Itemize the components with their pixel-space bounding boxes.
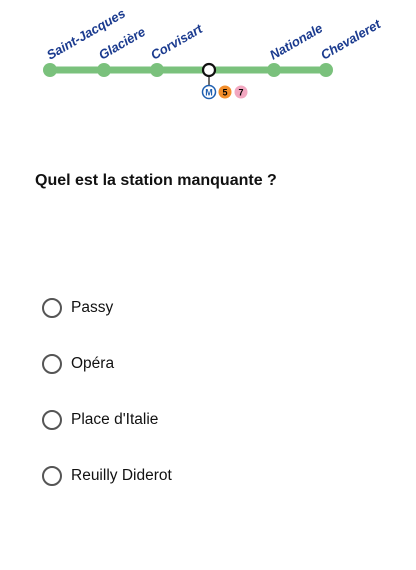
option-passy[interactable]: Passy [42, 296, 172, 320]
metro-line-svg: Saint-Jacques Glacière Corvisart Nationa… [43, 6, 384, 100]
radio-button[interactable] [42, 298, 62, 318]
option-label: Place d'Italie [71, 411, 159, 428]
question-text: Quel est la station manquante ? [35, 172, 277, 189]
station-dot-saint-jacques [43, 63, 57, 77]
station-label-nationale: Nationale [267, 20, 325, 62]
metro-badge-m-icon: M [201, 84, 217, 100]
option-label: Passy [71, 299, 114, 316]
metro-badge-m-label: M [205, 88, 213, 98]
metro-line-map: Saint-Jacques Glacière Corvisart Nationa… [0, 0, 416, 110]
station-dot-chevaleret [319, 63, 333, 77]
option-opera[interactable]: Opéra [42, 352, 172, 376]
radio-button[interactable] [42, 410, 62, 430]
radio-button[interactable] [42, 354, 62, 374]
station-dot-missing [201, 62, 217, 78]
station-dot-glaciere [97, 63, 111, 77]
line-7-badge-label: 7 [238, 88, 243, 98]
line-7-badge-icon: 7 [234, 85, 248, 99]
radio-button[interactable] [42, 466, 62, 486]
answer-options: Passy Opéra Place d'Italie Reuilly Dider… [42, 296, 172, 520]
option-label: Opéra [71, 355, 115, 372]
station-dot-nationale [267, 63, 281, 77]
station-dot-corvisart [150, 63, 164, 77]
line-5-badge-label: 5 [222, 88, 227, 98]
option-place-d-italie[interactable]: Place d'Italie [42, 408, 172, 432]
line-5-badge-icon: 5 [218, 85, 232, 99]
station-label-corvisart: Corvisart [148, 21, 206, 63]
station-label-chevaleret: Chevaleret [318, 16, 384, 63]
option-reuilly-diderot[interactable]: Reuilly Diderot [42, 464, 172, 488]
option-label: Reuilly Diderot [71, 467, 172, 484]
